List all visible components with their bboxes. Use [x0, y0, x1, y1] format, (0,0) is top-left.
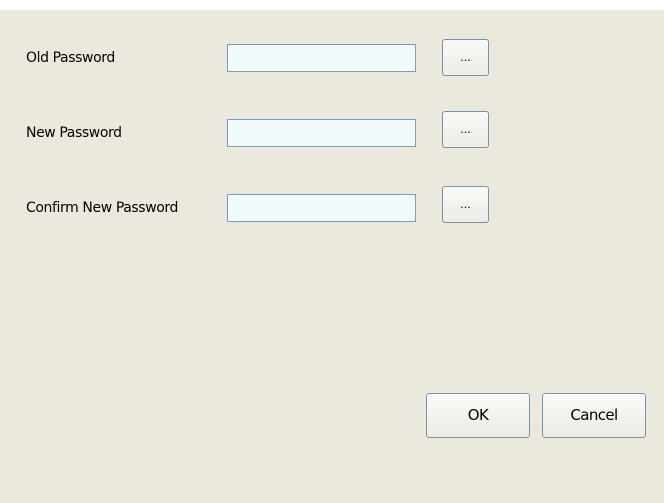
old-password-label: Old Password — [26, 50, 115, 66]
confirm-password-field[interactable] — [227, 194, 416, 222]
old-password-browse-button[interactable]: ... — [442, 39, 489, 76]
confirm-password-browse-button[interactable]: ... — [442, 186, 489, 223]
confirm-password-label: Confirm New Password — [26, 200, 179, 216]
ok-button[interactable]: OK — [426, 393, 530, 438]
new-password-label: New Password — [26, 125, 122, 141]
new-password-browse-button[interactable]: ... — [442, 111, 489, 148]
change-password-dialog: Old Password ... New Password ... Confir… — [0, 10, 664, 503]
new-password-field[interactable] — [227, 119, 416, 147]
old-password-field[interactable] — [227, 44, 416, 72]
cancel-button[interactable]: Cancel — [542, 393, 646, 438]
